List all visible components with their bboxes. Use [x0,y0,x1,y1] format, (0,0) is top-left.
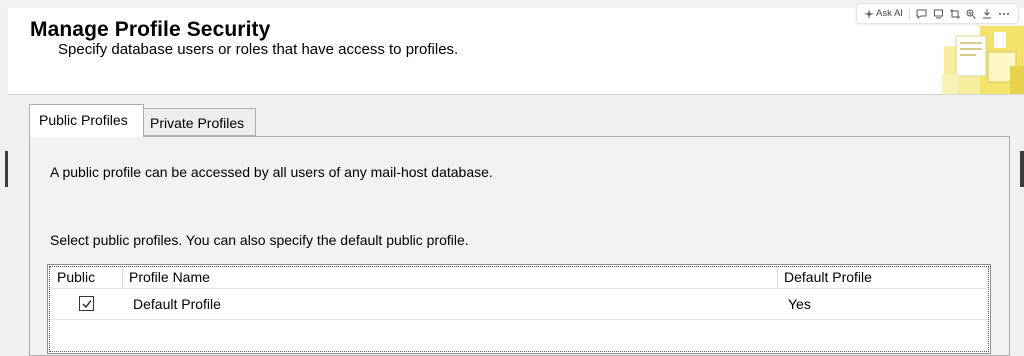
floating-toolbar: Ask AI [856,3,1019,24]
ask-ai-label: Ask AI [876,8,903,19]
tab-private-profiles[interactable]: Private Profiles [144,108,256,136]
window-edge-left [5,151,8,187]
tab-public-profiles[interactable]: Public Profiles [29,104,144,137]
download-icon [982,8,992,19]
zoom-button[interactable] [963,6,979,22]
toolbar-divider [908,7,910,20]
column-header-profile-name[interactable]: Profile Name [123,267,778,288]
checkmark-icon [82,300,92,309]
crop-icon [949,8,960,19]
more-button[interactable] [995,6,1013,22]
public-checkbox[interactable] [79,296,94,311]
monitor-icon [933,9,944,19]
ask-ai-button[interactable]: Ask AI [861,6,906,22]
zoom-in-icon [966,9,976,19]
header-illustration [936,22,1024,94]
monitor-button[interactable] [930,6,947,22]
comment-icon [916,9,927,19]
profiles-grid[interactable]: Public Profile Name Default Profile Defa… [47,264,991,354]
page-subtitle: Specify database users or roles that hav… [58,41,459,58]
download-button[interactable] [979,6,995,22]
row-divider [51,319,987,320]
table-row[interactable]: Default Profile Yes [51,289,987,319]
comment-button[interactable] [913,6,930,22]
panel-instruction: Select public profiles. You can also spe… [50,232,469,248]
window-edge-right [1020,151,1024,187]
page-title: Manage Profile Security [30,18,271,41]
column-header-default-profile[interactable]: Default Profile [778,267,988,288]
more-icon [998,12,1010,16]
panel-description: A public profile can be accessed by all … [50,164,493,180]
crop-button[interactable] [947,6,963,22]
column-header-public[interactable]: Public [51,267,123,288]
public-profiles-panel: A public profile can be accessed by all … [29,136,1010,356]
default-profile-cell[interactable]: Yes [788,296,811,312]
profile-name-cell: Default Profile [133,296,221,312]
sparkle-icon [864,8,874,19]
